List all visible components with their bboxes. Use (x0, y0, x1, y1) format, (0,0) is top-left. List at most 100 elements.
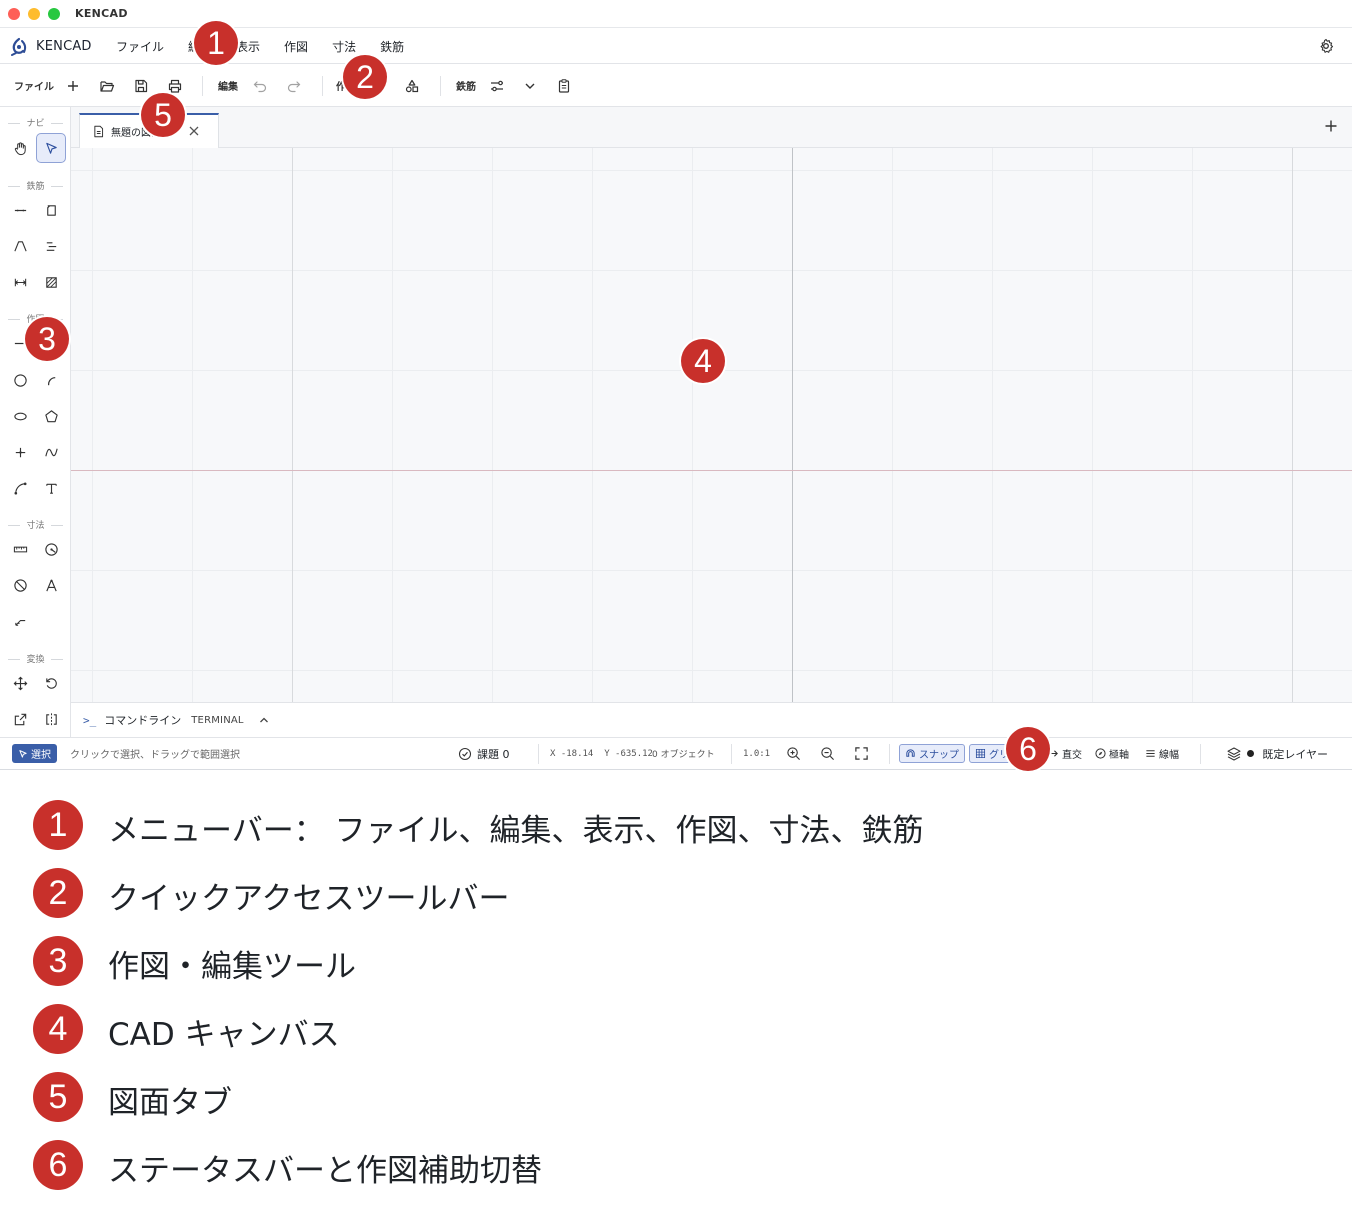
arc-tool[interactable] (36, 365, 66, 395)
grid-icon (975, 748, 986, 759)
hatch-box-icon (45, 276, 57, 288)
menu-rebar[interactable]: 鉄筋 (368, 38, 416, 55)
rebar-dropdown-button[interactable] (516, 64, 544, 107)
circle-tool[interactable] (5, 365, 35, 395)
hatch-section-tool[interactable] (36, 267, 66, 297)
ellipse-icon (13, 412, 27, 420)
status-hint: クリックで選択、ドラッグで範囲選択 (70, 750, 240, 761)
move-tool[interactable] (5, 668, 35, 698)
crosshair-point-icon (15, 447, 25, 457)
distribution-bar-tool[interactable] (36, 231, 66, 261)
polygon-tool[interactable] (36, 401, 66, 431)
scale-indicator[interactable]: 1.0:1 (743, 738, 770, 769)
bent-bar-tool[interactable] (5, 231, 35, 261)
check-circle-icon (458, 747, 472, 760)
toolbar-rebar-group-label: 鉄筋 (456, 82, 476, 93)
magnet-snap-icon (906, 749, 915, 757)
window-title: KENCAD (75, 7, 128, 20)
lines-icon (1146, 750, 1155, 757)
menu-dimension[interactable]: 寸法 (320, 38, 368, 55)
straight-rebar-tool[interactable] (5, 195, 35, 225)
toolbar-file-group-label: ファイル (14, 82, 54, 93)
layer-selector[interactable]: 既定レイヤー (1226, 738, 1328, 769)
arc-icon (47, 376, 55, 385)
tool-panel: ナビ 鉄筋 作図 (0, 107, 71, 737)
object-count: 0 オブジェクト (652, 750, 715, 760)
legend-text: 作図・編集ツール (108, 949, 356, 985)
plus-icon (68, 80, 78, 91)
zoom-window-button[interactable] (48, 8, 60, 20)
bar-list-icon (46, 241, 56, 251)
leader-tool[interactable] (5, 606, 35, 636)
open-file-button[interactable] (93, 64, 121, 107)
x-label: X (550, 748, 556, 759)
chevron-up-icon[interactable] (258, 714, 270, 726)
circle-icon (13, 373, 27, 387)
command-line-bar[interactable]: >_ コマンドライン TERMINAL (71, 702, 1352, 737)
rebar-schedule-button[interactable] (550, 64, 578, 107)
lap-length-tool[interactable] (5, 267, 35, 297)
ortho-label: 直交 (1062, 750, 1082, 761)
callout-1: 1 (194, 21, 238, 65)
undo-button[interactable] (246, 64, 274, 107)
callout-5: 5 (141, 93, 185, 137)
ellipse-tool[interactable] (5, 401, 35, 431)
issues-indicator[interactable]: 課題 0 (458, 738, 510, 769)
redo-button[interactable] (280, 64, 308, 107)
select-tool[interactable] (36, 133, 66, 163)
minimize-window-button[interactable] (28, 8, 40, 20)
rebar-settings-button[interactable] (483, 64, 511, 107)
leader-arrow-icon (14, 619, 25, 626)
linear-dimension-tool[interactable] (5, 534, 35, 564)
spline-tool[interactable] (36, 437, 66, 467)
new-file-button[interactable] (59, 64, 87, 107)
zoom-in-button[interactable] (786, 738, 801, 769)
polar-toggle[interactable]: 極軸 (1090, 744, 1134, 763)
legend-number: 5 (33, 1072, 83, 1122)
bezier-curve-icon (14, 482, 26, 494)
stirrup-tool[interactable] (36, 195, 66, 225)
diameter-icon (13, 578, 27, 592)
close-icon[interactable] (188, 125, 200, 137)
pan-tool[interactable] (5, 133, 35, 163)
diameter-dimension-tool[interactable] (5, 570, 35, 600)
bezier-tool[interactable] (5, 473, 35, 503)
cad-canvas[interactable] (71, 148, 1352, 702)
menu-draw[interactable]: 作図 (272, 38, 320, 55)
shapes-button[interactable] (398, 64, 426, 107)
legend-number: 2 (33, 868, 83, 918)
close-window-button[interactable] (8, 8, 20, 20)
scale-tool[interactable] (5, 704, 35, 734)
rotate-tool[interactable] (36, 668, 66, 698)
fullscreen-icon (855, 747, 868, 760)
new-tab-plus-icon[interactable] (1324, 119, 1338, 133)
angle-dimension-tool[interactable] (36, 570, 66, 600)
zoom-out-button[interactable] (820, 738, 835, 769)
zoom-extents-button[interactable] (854, 738, 869, 769)
snap-toggle[interactable]: スナップ (899, 744, 965, 763)
zoom-in-icon (787, 747, 800, 760)
cursor-coordinates: X -18.14 Y -635.12 (550, 738, 653, 769)
ruler-icon (13, 546, 27, 552)
section-rebar-label: 鉄筋 (0, 179, 71, 193)
gear-icon[interactable] (1318, 38, 1334, 54)
save-icon (135, 79, 148, 92)
spline-icon (44, 448, 58, 456)
radius-dimension-tool[interactable] (36, 534, 66, 564)
mirror-tool[interactable] (36, 704, 66, 734)
hand-icon (14, 141, 26, 155)
menu-file[interactable]: ファイル (104, 38, 176, 55)
legend-text: ステータスバーと作図補助切替 (108, 1153, 542, 1189)
redo-icon (287, 80, 301, 92)
text-tool[interactable] (36, 473, 66, 503)
clipboard-list-icon (558, 78, 570, 93)
issues-label: 課題 0 (477, 747, 510, 761)
radius-gauge-icon (44, 542, 58, 556)
legend-text: クイックアクセスツールバー (108, 881, 510, 917)
callout-4: 4 (681, 339, 725, 383)
lineweight-toggle[interactable]: 線幅 (1140, 744, 1184, 763)
text-t-icon (45, 483, 57, 494)
cursor-arrow-icon (45, 142, 57, 154)
toolbar-divider (440, 76, 441, 96)
point-tool[interactable] (5, 437, 35, 467)
